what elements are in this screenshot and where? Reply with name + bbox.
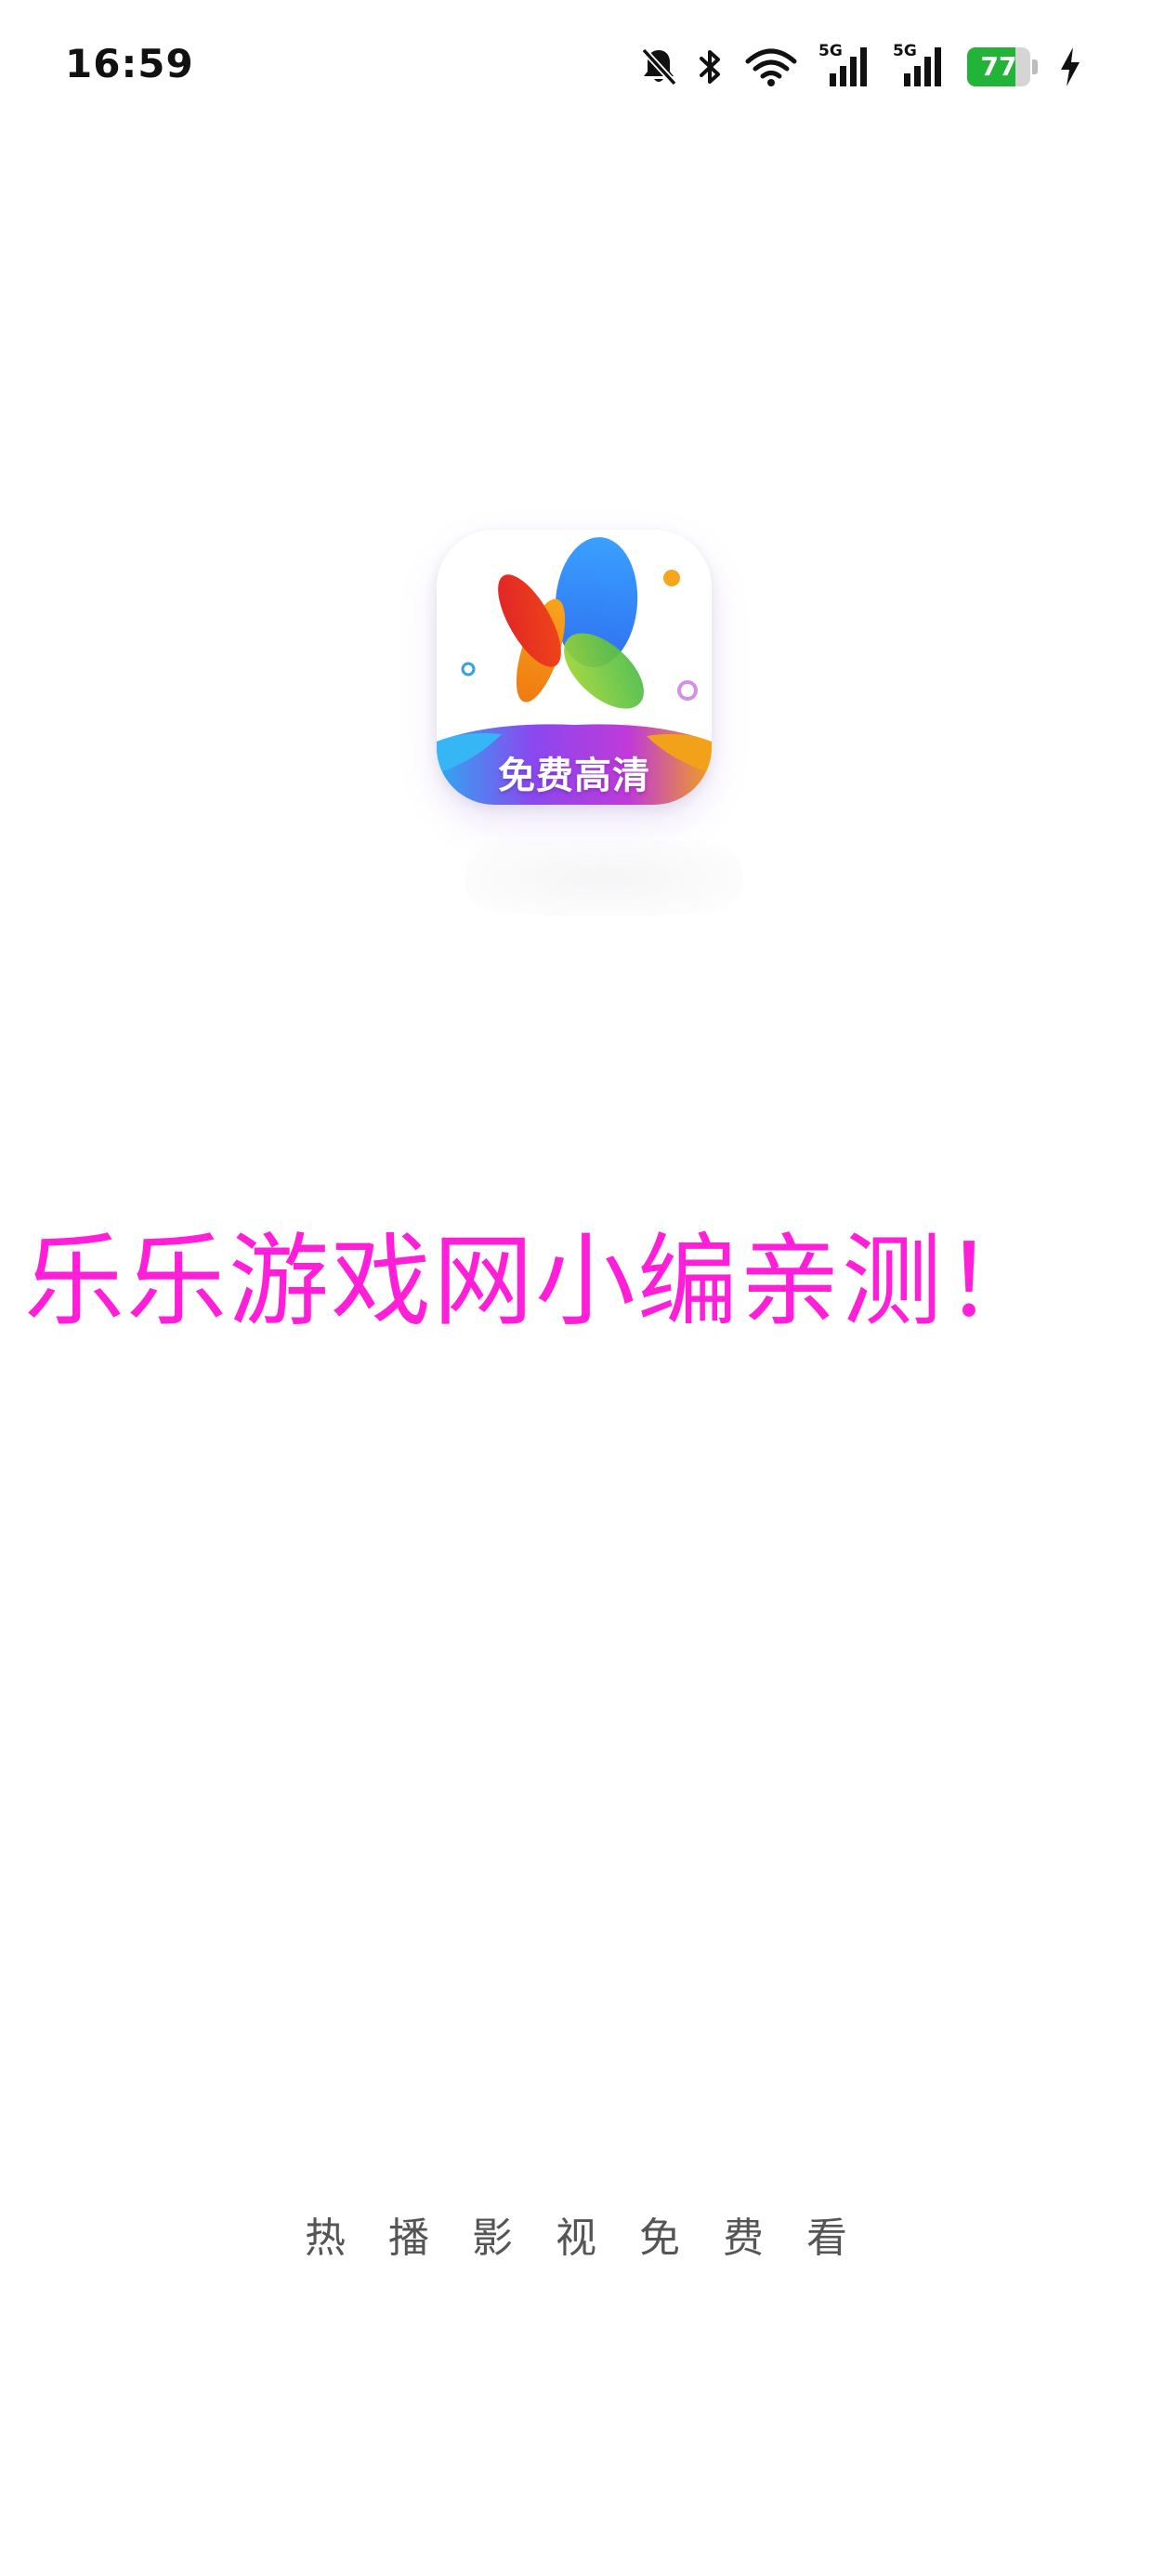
watermark-text: 乐乐游戏网小编亲测！ <box>24 1224 1047 1340</box>
app-tagline: 热播影视免费看 <box>305 2215 890 2262</box>
signal-5g-icon: 5G <box>818 44 872 88</box>
app-icon-label: 免费高清 <box>498 755 650 797</box>
charging-bolt-icon <box>1061 47 1080 86</box>
status-icons: 5G 5G 77 <box>640 43 1082 91</box>
icon-glow <box>465 841 743 915</box>
bluetooth-icon <box>700 50 720 84</box>
battery-level: 77 <box>980 51 1017 82</box>
app-icon: 免费高清 <box>437 530 712 805</box>
bell-muted-icon <box>641 47 677 86</box>
signal-5g-icon: 5G <box>893 44 947 88</box>
wifi-icon <box>745 48 797 86</box>
battery-body: 77 <box>967 47 1030 86</box>
battery-icon: 77 <box>967 47 1038 86</box>
status-time: 16:59 <box>65 41 194 86</box>
status-bar: 16:59 5G 5G 77 <box>0 0 1152 139</box>
battery-tip <box>1032 59 1038 74</box>
